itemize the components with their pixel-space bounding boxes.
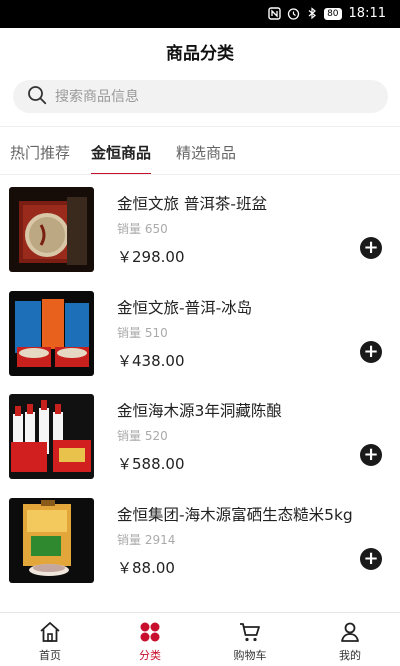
home-icon — [0, 620, 100, 644]
product-price: ￥88.00 — [117, 558, 175, 577]
nav-home[interactable]: 首页 — [0, 613, 100, 666]
product-sales: 销量 520 — [117, 429, 168, 443]
divider — [0, 174, 400, 175]
nav-cart[interactable]: 购物车 — [200, 613, 300, 666]
product-image[interactable] — [9, 187, 94, 272]
cart-icon — [200, 620, 300, 644]
product-image[interactable] — [9, 497, 94, 583]
category-tabs: 热门推荐 金恒商品 精选商品 — [0, 132, 400, 175]
search-input[interactable] — [55, 88, 355, 105]
bottom-nav: 首页 分类 购物车 我的 — [0, 612, 400, 666]
product-name[interactable]: 金恒文旅-普洱-冰岛 — [117, 296, 252, 318]
nfc-icon — [267, 7, 281, 21]
product-image[interactable] — [9, 394, 94, 479]
status-time: 18:11 — [348, 6, 386, 21]
page-title: 商品分类 — [166, 44, 234, 64]
product-name[interactable]: 金恒海木源3年洞藏陈酿 — [117, 399, 282, 421]
alarm-icon — [286, 7, 300, 21]
tab-jinheng[interactable]: 金恒商品 — [91, 132, 151, 174]
add-to-cart-button[interactable]: + — [360, 444, 382, 466]
add-to-cart-button[interactable]: + — [360, 237, 382, 259]
product-price: ￥298.00 — [117, 248, 185, 266]
nav-label: 购物车 — [233, 649, 267, 662]
product-sales: 销量 2914 — [117, 532, 176, 547]
tab-hot[interactable]: 热门推荐 — [10, 132, 70, 174]
product-list: 金恒文旅 普洱茶-班盆 销量 650 ￥298.00 + 金恒文旅-普洱-冰岛 … — [0, 183, 400, 597]
status-bar: 80 18:11 — [0, 0, 400, 28]
battery-indicator: 80 — [324, 7, 342, 20]
product-item[interactable]: 金恒文旅 普洱茶-班盆 销量 650 ￥298.00 + — [0, 183, 400, 287]
nav-label: 我的 — [339, 649, 361, 662]
tab-selected[interactable]: 精选商品 — [176, 132, 236, 174]
category-icon — [100, 620, 200, 644]
product-sales: 销量 650 — [117, 222, 168, 236]
divider — [0, 126, 400, 127]
product-price: ￥588.00 — [117, 455, 185, 473]
nav-label: 首页 — [39, 649, 61, 662]
status-icons: 80 18:11 — [267, 6, 386, 21]
product-name[interactable]: 金恒集团-海木源富硒生态糙米5kg — [117, 503, 353, 525]
nav-profile[interactable]: 我的 — [300, 613, 400, 666]
add-to-cart-button[interactable]: + — [360, 340, 382, 363]
product-sales: 销量 510 — [117, 325, 168, 340]
product-price: ￥438.00 — [117, 351, 185, 370]
header: 商品分类 — [0, 28, 400, 80]
nav-category[interactable]: 分类 — [100, 613, 200, 666]
product-item[interactable]: 金恒海木源3年洞藏陈酿 销量 520 ￥588.00 + — [0, 390, 400, 494]
add-to-cart-button[interactable]: + — [360, 547, 382, 570]
product-image[interactable] — [9, 290, 94, 376]
product-item[interactable]: 金恒文旅-普洱-冰岛 销量 510 ￥438.00 + — [0, 287, 400, 391]
product-name[interactable]: 金恒文旅 普洱茶-班盆 — [117, 192, 267, 214]
search-bar[interactable] — [13, 80, 388, 113]
search-icon — [27, 85, 47, 109]
bluetooth-icon — [305, 7, 319, 21]
nav-label: 分类 — [139, 649, 161, 662]
profile-icon — [300, 620, 400, 644]
product-item[interactable]: 金恒集团-海木源富硒生态糙米5kg 销量 2914 ￥88.00 + — [0, 494, 400, 598]
